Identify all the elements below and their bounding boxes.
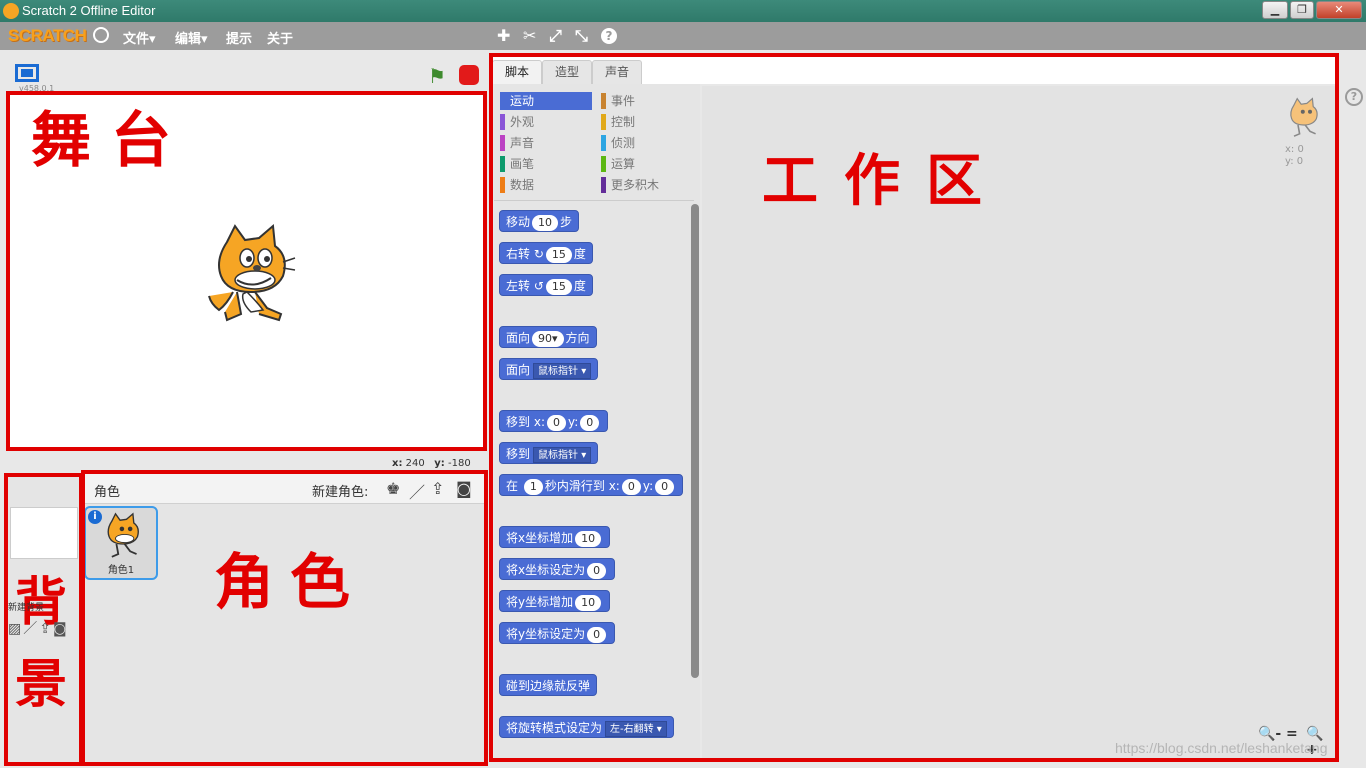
block-set-x[interactable]: 将x坐标设定为 0 bbox=[499, 558, 616, 580]
editor-tabs: 脚本 造型 声音 bbox=[490, 56, 1335, 84]
turn-left-icon: ↺ bbox=[533, 279, 544, 293]
new-sprite-label: 新建角色: bbox=[312, 485, 369, 500]
block-point-towards[interactable]: 面向 鼠标指针 ▾ bbox=[499, 358, 599, 380]
sprite-name: 角色1 bbox=[107, 565, 135, 576]
turn-right-icon: ↻ bbox=[533, 247, 544, 261]
block-change-y[interactable]: 将y坐标增加 10 bbox=[499, 590, 611, 612]
category-sensing[interactable]: 侦测 bbox=[601, 134, 635, 152]
tab-costumes[interactable]: 造型 bbox=[542, 60, 592, 84]
category-operators[interactable]: 运算 bbox=[601, 155, 635, 173]
sprites-header: 角色 新建角色: ♚ ／ ⇪ ◙ bbox=[84, 474, 484, 504]
sprite-camera-icon[interactable]: ◙ bbox=[456, 479, 472, 498]
sprites-annotation: 角色 bbox=[214, 548, 366, 618]
maximize-button[interactable]: ❐ bbox=[1290, 1, 1314, 19]
block-glide[interactable]: 在 1 秒内滑行到 x: 0 y: 0 bbox=[499, 474, 684, 496]
sprite-thumbnail[interactable]: i 角色1 bbox=[84, 506, 158, 580]
minimize-button[interactable]: ▁ bbox=[1262, 1, 1288, 19]
new-backdrop-label: 新建背景 bbox=[8, 603, 45, 613]
fullscreen-icon[interactable] bbox=[15, 64, 39, 82]
workspace-annotation: 工作区 bbox=[762, 148, 1008, 214]
backdrop-paint-icon[interactable]: ／ bbox=[23, 621, 39, 637]
category-sound[interactable]: 声音 bbox=[500, 134, 534, 152]
stage-annotation: 舞台 bbox=[31, 106, 191, 176]
tab-scripts[interactable]: 脚本 bbox=[492, 60, 542, 84]
window-title: Scratch 2 Offline Editor bbox=[22, 3, 156, 18]
sprite-paint-icon[interactable]: ／ bbox=[409, 479, 425, 503]
sprite-upload-icon[interactable]: ⇪ bbox=[431, 479, 444, 498]
palette-separator bbox=[494, 200, 694, 201]
scratch-logo[interactable]: SCRATCH bbox=[8, 26, 87, 46]
delete-scissors-icon[interactable]: ✂ bbox=[523, 26, 536, 45]
close-button[interactable]: ✕ bbox=[1316, 1, 1362, 19]
category-control[interactable]: 控制 bbox=[601, 113, 635, 131]
stage-header: v458.0.1 ⚑ bbox=[8, 58, 486, 93]
category-events[interactable]: 事件 bbox=[601, 92, 635, 110]
sprites-panel: 角色 新建角色: ♚ ／ ⇪ ◙ i 角色1 角色 bbox=[84, 474, 484, 764]
duplicate-stamp-icon[interactable]: ✚ bbox=[497, 26, 510, 45]
sprite-position: x: 0 y: 0 bbox=[1285, 144, 1304, 167]
palette-scrollbar[interactable] bbox=[691, 204, 699, 678]
language-globe-icon[interactable] bbox=[93, 27, 109, 43]
block-point-in-direction[interactable]: 面向 90▾ 方向 bbox=[499, 326, 597, 348]
backdrop-tools: ▨／⇪◙ bbox=[8, 618, 69, 638]
stop-icon[interactable] bbox=[459, 65, 479, 85]
sprites-title: 角色 bbox=[94, 485, 121, 500]
backdrop-annotation: 背景 bbox=[15, 572, 68, 715]
block-go-to[interactable]: 移到 鼠标指针 ▾ bbox=[499, 442, 599, 464]
green-flag-icon[interactable]: ⚑ bbox=[428, 64, 446, 88]
backdrop-thumbnail[interactable] bbox=[10, 507, 78, 559]
tab-sounds[interactable]: 声音 bbox=[592, 60, 642, 84]
block-rotation-style[interactable]: 将旋转模式设定为 左-右翻转 ▾ bbox=[499, 716, 674, 738]
category-looks[interactable]: 外观 bbox=[500, 113, 534, 131]
block-palette: 运动 外观 声音 画笔 数据 事件 控制 侦测 运算 更多积木 移动 10 步 右转… bbox=[494, 84, 700, 758]
title-bar: Scratch 2 Offline Editor ▁ ❐ ✕ bbox=[0, 0, 1366, 22]
menu-file[interactable]: 文件▾ bbox=[123, 28, 156, 47]
block-set-y[interactable]: 将y坐标设定为 0 bbox=[499, 622, 616, 644]
scratch-cat-sprite[interactable] bbox=[197, 222, 297, 327]
category-more-blocks[interactable]: 更多积木 bbox=[601, 176, 659, 194]
backdrop-upload-icon[interactable]: ⇪ bbox=[39, 621, 53, 637]
menu-tips[interactable]: 提示 bbox=[226, 28, 252, 47]
shrink-icon[interactable]: ⤡ bbox=[575, 26, 588, 46]
watermark: https://blog.csdn.net/leshanketang bbox=[1115, 740, 1328, 756]
stage-canvas[interactable]: 舞台 bbox=[9, 92, 485, 449]
block-change-x[interactable]: 将x坐标增加 10 bbox=[499, 526, 611, 548]
current-sprite-icon bbox=[1290, 97, 1318, 137]
grow-icon[interactable]: ⤢ bbox=[549, 26, 562, 46]
backdrop-panel: 背景 新建背景 ▨／⇪◙ bbox=[5, 474, 80, 764]
block-turn-left[interactable]: 左转 ↺ 15 度 bbox=[499, 274, 593, 296]
menu-about[interactable]: 关于 bbox=[267, 28, 293, 47]
block-move[interactable]: 移动 10 步 bbox=[499, 210, 580, 232]
scratch-cat-icon bbox=[3, 3, 19, 19]
block-turn-right[interactable]: 右转 ↻ 15 度 bbox=[499, 242, 593, 264]
category-motion[interactable]: 运动 bbox=[500, 92, 592, 110]
menu-edit[interactable]: 编辑▾ bbox=[175, 28, 208, 47]
menu-bar: SCRATCH 文件▾ 编辑▾ 提示 关于 ✚ ✂ ⤢ ⤡ ? bbox=[0, 22, 1366, 50]
sprite-library-icon[interactable]: ♚ bbox=[386, 479, 400, 498]
sprite-cat-icon bbox=[107, 512, 139, 558]
help-circle-icon[interactable]: ? bbox=[1345, 88, 1363, 106]
scripts-workspace[interactable]: 工作区 x: 0 y: 0 🔍- = 🔍+ bbox=[702, 86, 1335, 758]
block-go-to-xy[interactable]: 移到 x: 0 y: 0 bbox=[499, 410, 609, 432]
backdrop-camera-icon[interactable]: ◙ bbox=[53, 621, 69, 637]
help-icon[interactable]: ? bbox=[601, 28, 617, 44]
backdrop-library-icon[interactable]: ▨ bbox=[8, 621, 23, 637]
category-data[interactable]: 数据 bbox=[500, 176, 534, 194]
stage-coordinates: x: 240 y: -180 bbox=[392, 458, 471, 469]
category-pen[interactable]: 画笔 bbox=[500, 155, 534, 173]
block-bounce[interactable]: 碰到边缘就反弹 bbox=[499, 674, 598, 696]
